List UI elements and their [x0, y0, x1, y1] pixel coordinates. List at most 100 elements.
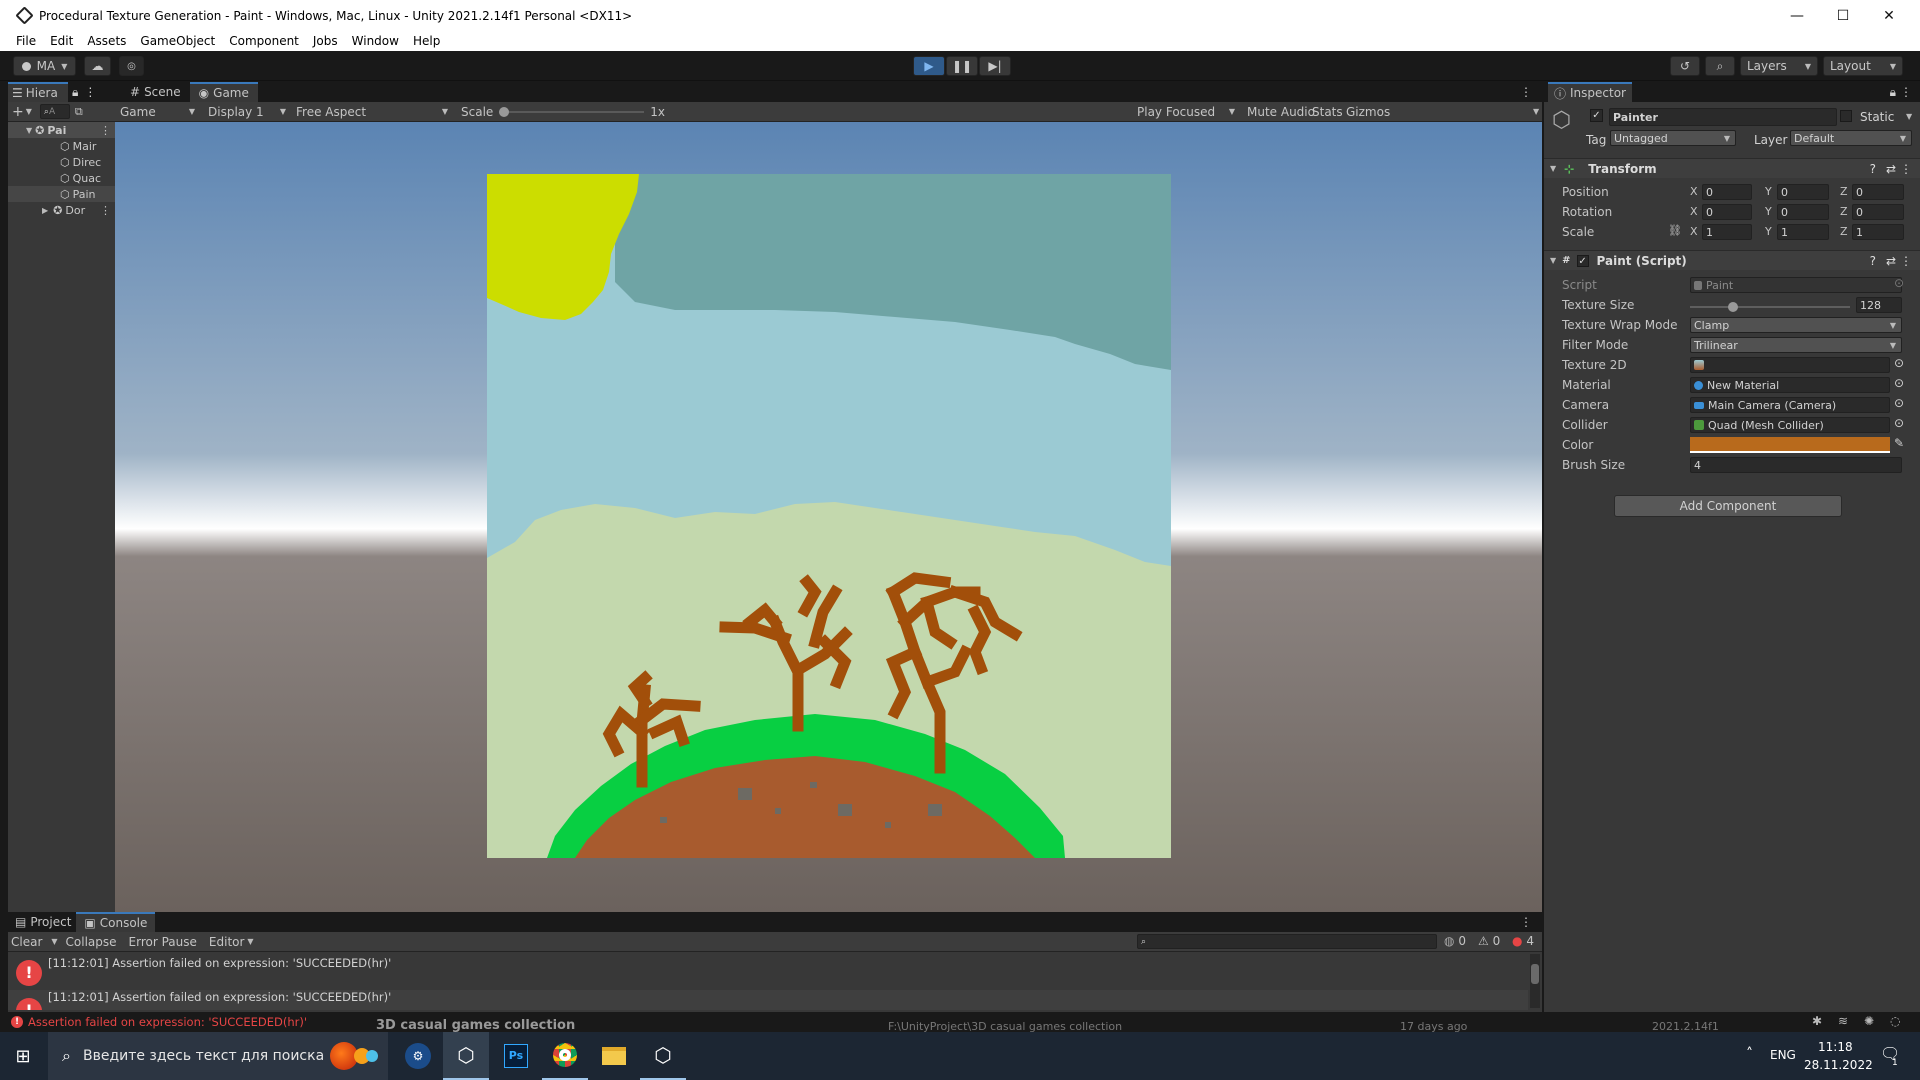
- tab-hierarchy[interactable]: ☰ Hiera: [8, 82, 68, 102]
- more-icon[interactable]: ⋮: [1520, 85, 1532, 99]
- menu-file[interactable]: File: [10, 34, 44, 48]
- link-icon[interactable]: ⛓: [1668, 224, 1682, 237]
- more-icon[interactable]: ⋮: [84, 85, 96, 99]
- clear-options-icon[interactable]: ▼: [51, 937, 57, 946]
- tab-project[interactable]: ▤ Project: [10, 912, 76, 932]
- rotation-x-field[interactable]: 0: [1702, 204, 1752, 220]
- taskbar-chrome[interactable]: [542, 1032, 588, 1080]
- preset-icon[interactable]: ⇄: [1886, 254, 1896, 268]
- collab-button[interactable]: ◎: [119, 56, 144, 76]
- display-dropdown[interactable]: Display 1 ▼: [203, 103, 291, 121]
- more-icon[interactable]: ⋮: [1520, 915, 1532, 929]
- eyedropper-icon[interactable]: ✎: [1894, 436, 1904, 450]
- warning-count[interactable]: ⚠ 0: [1478, 934, 1500, 948]
- minimize-button[interactable]: —: [1774, 0, 1820, 31]
- position-z-field[interactable]: 0: [1852, 184, 1904, 200]
- tab-inspector[interactable]: ⓘ Inspector: [1548, 82, 1632, 102]
- gizmos-toggle[interactable]: Gizmos: [1346, 105, 1390, 119]
- rotation-z-field[interactable]: 0: [1852, 204, 1904, 220]
- scale-y-field[interactable]: 1: [1777, 224, 1829, 240]
- script-enabled-checkbox[interactable]: ✓: [1576, 254, 1589, 267]
- texture2d-field[interactable]: [1690, 357, 1890, 373]
- hierarchy-item-main-camera[interactable]: ⬡ Mair: [8, 138, 115, 154]
- object-picker-icon[interactable]: ⊙: [1894, 356, 1904, 370]
- tab-game[interactable]: ◉ Game: [189, 82, 258, 102]
- layer-dropdown[interactable]: Default ▼: [1790, 130, 1912, 146]
- taskbar-explorer[interactable]: [591, 1032, 637, 1080]
- more-icon[interactable]: ⋮: [1900, 85, 1912, 99]
- taskbar-search-box[interactable]: ⌕ Введите здесь текст для поиска: [48, 1032, 388, 1080]
- more-icon[interactable]: ⋮: [100, 124, 111, 137]
- tag-dropdown[interactable]: Untagged ▼: [1610, 130, 1736, 146]
- menu-help[interactable]: Help: [407, 34, 448, 48]
- position-x-field[interactable]: 0: [1702, 184, 1752, 200]
- hierarchy-search-input[interactable]: ⌕ A: [39, 104, 70, 119]
- cloud-button[interactable]: ☁: [84, 56, 111, 76]
- hierarchy-item-quad[interactable]: ⬡ Quac: [8, 170, 115, 186]
- stats-toggle[interactable]: Stats: [1312, 105, 1343, 119]
- log-entry[interactable]: ! [11:12:01] Assertion failed on express…: [8, 952, 1528, 990]
- account-dropdown[interactable]: MA ▼: [13, 56, 76, 76]
- menu-jobs[interactable]: Jobs: [307, 34, 346, 48]
- view-dropdown[interactable]: Game ▼: [115, 103, 200, 121]
- camera-field[interactable]: Main Camera (Camera): [1690, 397, 1890, 413]
- gizmos-caret-icon[interactable]: ▼: [1533, 107, 1539, 116]
- language-indicator[interactable]: ENG: [1770, 1048, 1796, 1062]
- tray-chevron-icon[interactable]: ˄: [1746, 1046, 1753, 1062]
- info-count[interactable]: ◍ 0: [1444, 934, 1466, 948]
- play-focused-dropdown[interactable]: Play Focused ▼: [1132, 103, 1240, 121]
- hierarchy-item-scene[interactable]: ▼ ✪ Pai ⋮: [8, 122, 115, 138]
- console-scrollbar[interactable]: [1530, 954, 1540, 1008]
- position-y-field[interactable]: 0: [1777, 184, 1829, 200]
- active-checkbox[interactable]: ✓: [1590, 109, 1603, 122]
- console-search-input[interactable]: ⌕: [1137, 934, 1437, 949]
- bug-icon[interactable]: ✱: [1812, 1014, 1822, 1028]
- wrap-mode-dropdown[interactable]: Clamp ▼: [1690, 317, 1902, 333]
- step-button[interactable]: ▶|: [979, 56, 1011, 76]
- menu-edit[interactable]: Edit: [44, 34, 81, 48]
- texture-size-slider[interactable]: [1690, 302, 1850, 312]
- history-button[interactable]: ↺: [1670, 56, 1700, 76]
- lock-icon[interactable]: 🔒︎: [1890, 85, 1896, 100]
- taskbar-photoshop[interactable]: Ps: [493, 1032, 539, 1080]
- filter-mode-dropdown[interactable]: Trilinear ▼: [1690, 337, 1902, 353]
- progress-icon[interactable]: ◌: [1890, 1014, 1900, 1028]
- object-picker-icon[interactable]: ⊙: [1894, 376, 1904, 390]
- mute-audio-toggle[interactable]: Mute Audio: [1247, 105, 1315, 119]
- paint-script-header[interactable]: ▼ # ✓ Paint (Script) ? ⇄ ⋮: [1544, 250, 1920, 270]
- log-entry[interactable]: ! [11:12:01] Assertion failed on express…: [8, 990, 1528, 1010]
- layout-dropdown[interactable]: Layout ▼: [1823, 56, 1903, 76]
- help-icon[interactable]: ?: [1870, 254, 1876, 268]
- more-icon[interactable]: ⋮: [1900, 162, 1912, 176]
- material-field[interactable]: New Material: [1690, 377, 1890, 393]
- error-count[interactable]: ● 4: [1512, 934, 1534, 948]
- status-message[interactable]: Assertion failed on expression: 'SUCCEED…: [28, 1015, 307, 1029]
- preset-icon[interactable]: ⇄: [1886, 162, 1896, 176]
- layers-icon[interactable]: ≋: [1838, 1014, 1848, 1028]
- pause-button[interactable]: ❚❚: [946, 56, 978, 76]
- clear-button[interactable]: Clear: [11, 935, 42, 949]
- start-button[interactable]: ⊞: [0, 1032, 46, 1080]
- help-icon[interactable]: ?: [1870, 162, 1876, 176]
- game-viewport[interactable]: [115, 122, 1542, 912]
- object-picker-icon[interactable]: ⊙: [1894, 416, 1904, 430]
- menu-assets[interactable]: Assets: [81, 34, 134, 48]
- texture-size-field[interactable]: 128: [1856, 297, 1902, 313]
- taskbar-steam[interactable]: ⚙: [395, 1032, 441, 1080]
- color-swatch[interactable]: [1690, 437, 1890, 453]
- static-checkbox[interactable]: [1840, 110, 1852, 122]
- play-button[interactable]: ▶: [913, 56, 945, 76]
- scale-z-field[interactable]: 1: [1852, 224, 1904, 240]
- tab-scene[interactable]: # Scene: [121, 82, 190, 102]
- rotation-y-field[interactable]: 0: [1777, 204, 1829, 220]
- hierarchy-item-directional-light[interactable]: ⬡ Direc: [8, 154, 115, 170]
- error-pause-toggle[interactable]: Error Pause: [129, 935, 197, 949]
- hierarchy-item-painter[interactable]: ⬡ Pain: [8, 186, 115, 202]
- object-picker-icon[interactable]: ⊙: [1894, 396, 1904, 410]
- menu-window[interactable]: Window: [346, 34, 407, 48]
- collider-field[interactable]: Quad (Mesh Collider): [1690, 417, 1890, 433]
- taskbar-unity[interactable]: ⬡: [443, 1032, 489, 1080]
- object-name-input[interactable]: Painter: [1609, 108, 1837, 126]
- aspect-dropdown[interactable]: Free Aspect ▼: [291, 103, 453, 121]
- tab-console[interactable]: ▣ Console: [76, 912, 156, 932]
